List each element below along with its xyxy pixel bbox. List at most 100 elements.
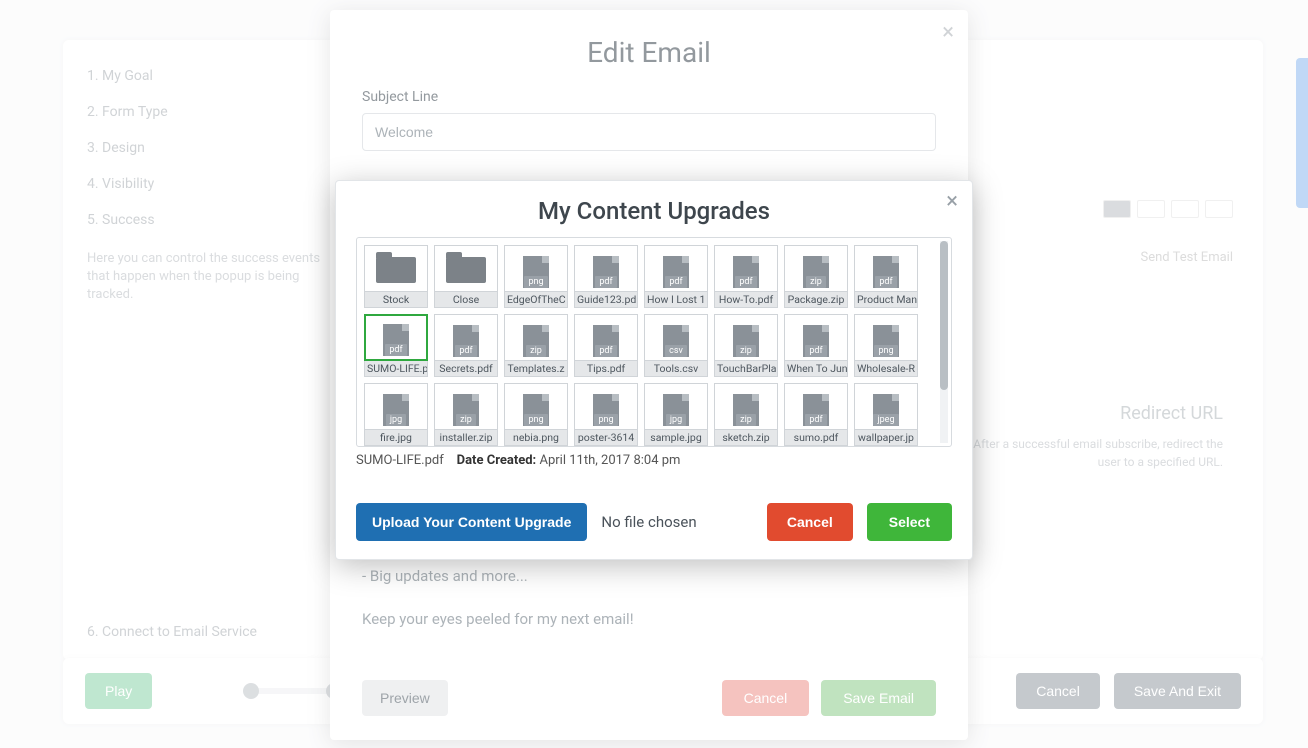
content-upgrades-modal: × My Content Upgrades Stock Close png EdgeO… (335, 180, 973, 560)
document-icon: jpeg (854, 383, 918, 430)
file-ext-badge: pdf (805, 345, 826, 357)
document-icon: jpg (364, 383, 428, 430)
file-tile[interactable]: png EdgeOfTheC (504, 245, 568, 308)
file-label: installer.zip (434, 430, 498, 446)
file-ext-badge: jpg (666, 414, 686, 426)
file-label: sample.jpg (644, 430, 708, 446)
folder-icon (364, 245, 428, 292)
file-label: EdgeOfTheC (504, 292, 568, 308)
date-created-value: April 11th, 2017 8:04 pm (539, 453, 680, 468)
file-tile[interactable]: csv Tools.csv (644, 314, 708, 377)
file-tile[interactable]: pdf SUMO-LIFE.p (364, 314, 428, 377)
file-ext-badge: png (524, 276, 547, 288)
file-label: Guide123.pd (574, 292, 638, 308)
file-ext-badge: jpeg (873, 414, 898, 426)
document-icon: csv (644, 314, 708, 361)
upload-button[interactable]: Upload Your Content Upgrade (356, 503, 587, 541)
scrollbar[interactable] (940, 241, 948, 443)
file-label: nebia.png (504, 430, 568, 446)
document-icon: png (574, 383, 638, 430)
file-ext-badge: pdf (735, 276, 756, 288)
file-tile[interactable]: pdf Guide123.pd (574, 245, 638, 308)
file-ext-badge: zip (526, 345, 546, 357)
content-upgrades-actions: Upload Your Content Upgrade No file chos… (356, 503, 952, 541)
file-tile[interactable]: pdf sumo.pdf (784, 383, 848, 446)
select-button[interactable]: Select (867, 503, 952, 541)
file-tile[interactable]: pdf Product Man (854, 245, 918, 308)
document-icon: png (504, 383, 568, 430)
document-icon: png (854, 314, 918, 361)
document-icon: zip (714, 383, 778, 430)
file-ext-badge: pdf (875, 276, 896, 288)
file-label: Product Man (854, 292, 918, 308)
no-file-chosen-label: No file chosen (601, 513, 696, 531)
document-icon: zip (434, 383, 498, 430)
file-ext-badge: png (524, 414, 547, 426)
file-tile[interactable]: jpgfire.jpg (364, 383, 428, 446)
document-icon: zip (714, 314, 778, 361)
file-label: Close (434, 292, 498, 308)
file-ext-badge: pdf (595, 345, 616, 357)
file-tile[interactable]: pdf When To Jun (784, 314, 848, 377)
file-label: sketch.zip (714, 430, 778, 446)
file-tile[interactable]: png poster-3614 (574, 383, 638, 446)
file-tile[interactable]: zipPackage.zip (784, 245, 848, 308)
document-icon: png (504, 245, 568, 292)
file-tile[interactable]: jpg sample.jpg (644, 383, 708, 446)
document-icon: zip (784, 245, 848, 292)
selected-file-name: SUMO-LIFE.pdf (356, 453, 444, 468)
file-label: poster-3614 (574, 430, 638, 446)
document-icon: pdf (644, 245, 708, 292)
folder-icon (434, 245, 498, 292)
file-tile[interactable]: zip sketch.zip (714, 383, 778, 446)
file-ext-badge: png (874, 345, 897, 357)
file-label: Tools.csv (644, 361, 708, 377)
file-label: TouchBarPla (714, 361, 778, 377)
file-ext-badge: png (594, 414, 617, 426)
document-icon: pdf (574, 245, 638, 292)
file-tile[interactable]: zip Templates.z (504, 314, 568, 377)
file-tile[interactable]: pdfHow I Lost 1 (644, 245, 708, 308)
file-label: sumo.pdf (784, 430, 848, 446)
file-tile[interactable]: pdfSecrets.pdf (434, 314, 498, 377)
file-tile[interactable]: jpegwallpaper.jp (854, 383, 918, 446)
content-upgrades-title: My Content Upgrades (336, 181, 972, 237)
document-icon: pdf (714, 245, 778, 292)
document-icon: pdf (854, 245, 918, 292)
document-icon: pdf (364, 314, 428, 361)
file-tile[interactable]: zip installer.zip (434, 383, 498, 446)
file-ext-badge: pdf (805, 414, 826, 426)
file-tile[interactable]: png Wholesale-R (854, 314, 918, 377)
file-label: Wholesale-R (854, 361, 918, 377)
file-label: When To Jun (784, 361, 848, 377)
document-icon: pdf (784, 383, 848, 430)
file-tile[interactable]: png nebia.png (504, 383, 568, 446)
file-ext-badge: csv (665, 345, 687, 357)
file-tile[interactable]: zip TouchBarPla (714, 314, 778, 377)
file-ext-badge: zip (456, 414, 476, 426)
file-label: fire.jpg (364, 430, 428, 446)
file-ext-badge: pdf (385, 344, 406, 356)
file-ext-badge: pdf (595, 276, 616, 288)
cancel-button[interactable]: Cancel (767, 503, 853, 541)
document-icon: zip (504, 314, 568, 361)
file-label: How I Lost 1 (644, 292, 708, 308)
file-tile[interactable]: pdf How-To.pdf (714, 245, 778, 308)
close-icon[interactable]: × (946, 189, 958, 214)
folder-tile[interactable]: Close (434, 245, 498, 308)
file-ext-badge: zip (736, 414, 756, 426)
file-label: SUMO-LIFE.p (364, 361, 428, 377)
selected-file-meta: SUMO-LIFE.pdf Date Created: April 11th, … (356, 453, 952, 468)
file-tile[interactable]: pdfTips.pdf (574, 314, 638, 377)
document-icon: jpg (644, 383, 708, 430)
date-created-label: Date Created: (457, 453, 537, 468)
folder-tile[interactable]: Stock (364, 245, 428, 308)
file-ext-badge: zip (736, 345, 756, 357)
file-label: Stock (364, 292, 428, 308)
file-label: Templates.z (504, 361, 568, 377)
scrollbar-thumb[interactable] (940, 241, 948, 390)
document-icon: pdf (784, 314, 848, 361)
file-ext-badge: zip (806, 276, 826, 288)
document-icon: pdf (434, 314, 498, 361)
file-label: How-To.pdf (714, 292, 778, 308)
